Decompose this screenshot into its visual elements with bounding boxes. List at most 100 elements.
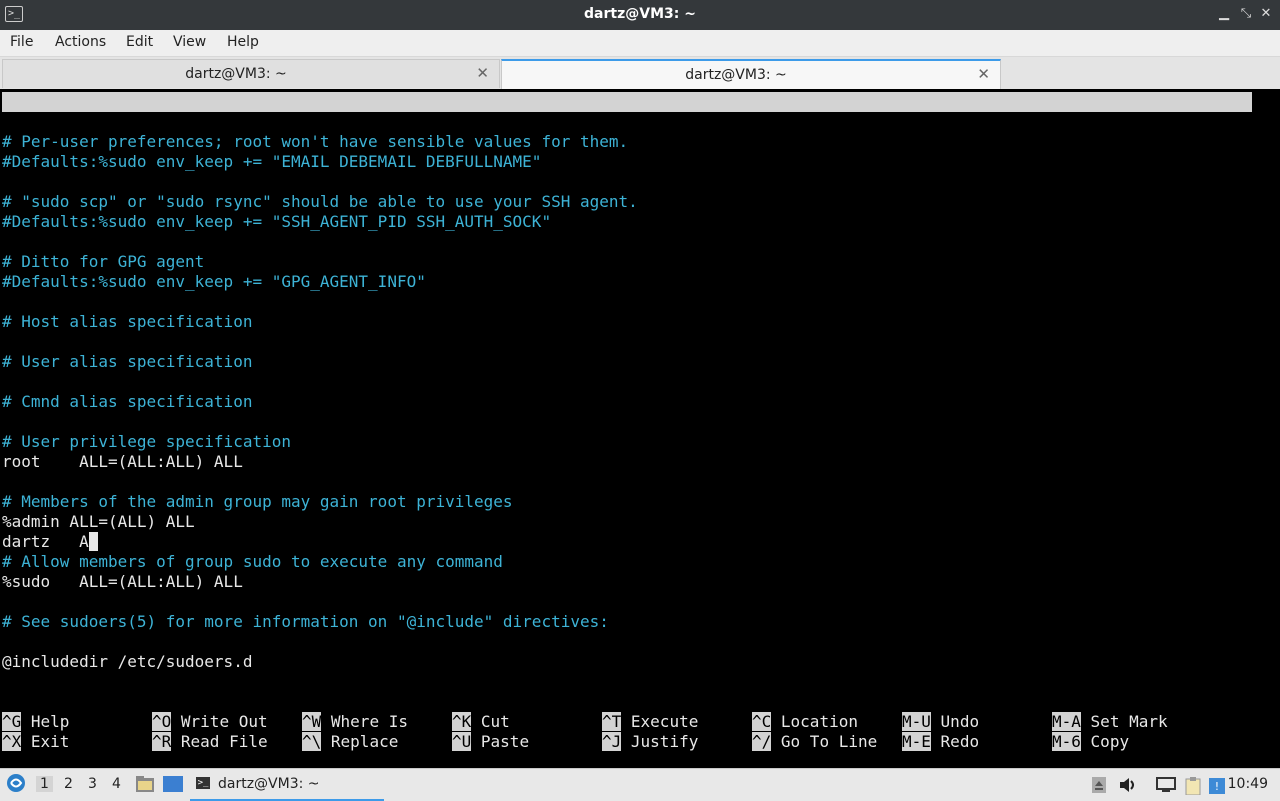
volume-icon[interactable] [1119,777,1135,793]
shortcut-cut[interactable]: ^K Cut [452,712,510,732]
shortcut-location[interactable]: ^C Location [752,712,858,732]
shortcut-key: ^R [152,732,172,751]
file-manager-icon[interactable] [135,775,155,797]
shortcut-key: M-6 [1052,732,1081,751]
close-button[interactable]: ✕ [1258,6,1274,21]
shortcut-read-file[interactable]: ^R Read File [152,732,268,752]
shortcut-label: Copy [1090,732,1130,751]
tab-bar: dartz@VM3: ~ ✕ dartz@VM3: ~ ✕ [0,57,1280,89]
shortcut-key: ^T [602,712,622,731]
code-line: %sudo ALL=(ALL:ALL) ALL [2,572,243,591]
tab-close-icon[interactable]: ✕ [476,64,489,82]
shortcut-paste[interactable]: ^U Paste [452,732,529,752]
shortcut-key: M-A [1052,712,1081,731]
shortcut-label: Set Mark [1090,712,1168,731]
comment-line: #Defaults:%sudo env_keep += "SSH_AGENT_P… [2,212,552,231]
shortcut-where-is[interactable]: ^W Where Is [302,712,408,732]
shortcut-exit[interactable]: ^X Exit [2,732,69,752]
code-line: @includedir /etc/sudoers.d [2,652,253,671]
comment-line: # User alias specification [2,352,253,371]
workspace-3[interactable]: 3 [88,776,97,792]
comment-line: # Allow members of group sudo to execute… [2,552,503,571]
shortcut-label: Go To Line [780,732,878,751]
minimize-button[interactable]: ▁ [1216,6,1232,21]
comment-line: # Cmnd alias specification [2,392,253,411]
shortcut-spacer [21,712,31,731]
shortcut-label: Location [780,712,858,731]
tab-terminal-1[interactable]: dartz@VM3: ~ ✕ [2,59,500,88]
clipboard-icon[interactable] [1184,777,1201,796]
shortcut-spacer [771,712,781,731]
menu-edit[interactable]: Edit [126,34,153,50]
svg-text:!: ! [1215,780,1219,793]
shortcut-label: Undo [940,712,980,731]
shortcut-justify[interactable]: ^J Justify [602,732,698,752]
workspace-4[interactable]: 4 [112,776,121,792]
tab-terminal-2[interactable]: dartz@VM3: ~ ✕ [501,59,1001,89]
clock[interactable]: 10:49 [1228,776,1268,792]
tab-label: dartz@VM3: ~ [185,66,287,82]
comment-line: # See sudoers(5) for more information on… [2,612,609,631]
terminal-area[interactable]: GNU nano 6.2 /etc/sudoers.tmp * # Per-us… [0,92,1280,767]
shortcut-key: ^U [452,732,472,751]
shortcut-key: ^X [2,732,22,751]
shortcut-spacer [471,712,481,731]
shortcut-spacer [771,732,781,751]
shortcut-key: ^O [152,712,172,731]
comment-line: # User privilege specification [2,432,291,451]
taskbar-terminal-button[interactable]: >_ dartz@VM3: ~ [190,771,384,801]
network-icon[interactable] [1156,777,1176,793]
shortcut-write-out[interactable]: ^O Write Out [152,712,268,732]
shortcut-key: ^C [752,712,772,731]
shortcut-spacer [621,732,631,751]
shortcut-spacer [621,712,631,731]
tab-close-icon[interactable]: ✕ [977,65,990,83]
start-menu-icon[interactable] [6,773,26,797]
menu-view[interactable]: View [173,34,206,50]
comment-line: # "sudo scp" or "sudo rsync" should be a… [2,192,638,211]
shortcut-label: Execute [630,712,699,731]
taskbar: 1 2 3 4 >_ dartz@VM3: ~ ! 10:49 [0,768,1280,801]
window-titlebar: >_ dartz@VM3: ~ ▁ ⤡ ✕ [0,0,1280,30]
shortcut-label: Justify [630,732,699,751]
shortcut-label: Read File [180,732,268,751]
shortcut-key: M-E [902,732,931,751]
shortcut-spacer [931,732,941,751]
shortcut-label: Paste [480,732,530,751]
shortcut-execute[interactable]: ^T Execute [602,712,698,732]
update-notifier-icon[interactable]: ! [1208,777,1225,794]
shortcut-help[interactable]: ^G Help [2,712,69,732]
menu-file[interactable]: File [10,34,33,50]
nano-header: GNU nano 6.2 /etc/sudoers.tmp * [2,92,1252,151]
shortcut-label: Cut [480,712,510,731]
workspace-1[interactable]: 1 [36,776,53,792]
comment-line: # Members of the admin group may gain ro… [2,492,513,511]
workspace-2[interactable]: 2 [64,776,73,792]
shortcut-redo[interactable]: M-E Redo [902,732,979,752]
menu-help[interactable]: Help [227,34,259,50]
show-desktop-icon[interactable] [162,775,184,797]
shortcut-key: ^\ [302,732,322,751]
shortcut-replace[interactable]: ^\ Replace [302,732,398,752]
restore-button[interactable]: ⤡ [1238,6,1254,21]
shortcut-copy[interactable]: M-6 Copy [1052,732,1129,752]
shortcut-spacer [171,732,181,751]
comment-line: # Ditto for GPG agent [2,252,205,271]
shortcut-label: Redo [940,732,980,751]
code-line: root ALL=(ALL:ALL) ALL [2,452,243,471]
comment-line: #Defaults:%sudo env_keep += "EMAIL DEBEM… [2,152,542,171]
terminal-icon: >_ [196,777,210,789]
window-title: dartz@VM3: ~ [584,6,696,22]
shortcut-key: ^/ [752,732,772,751]
shortcut-spacer [1081,712,1091,731]
menu-actions[interactable]: Actions [55,34,106,50]
shortcut-spacer [1081,732,1091,751]
text-cursor [88,532,99,551]
shortcut-set-mark[interactable]: M-A Set Mark [1052,712,1168,732]
shortcut-go-to-line[interactable]: ^/ Go To Line [752,732,877,752]
shortcut-undo[interactable]: M-U Undo [902,712,979,732]
comment-line: # Host alias specification [2,312,253,331]
comment-line: #Defaults:%sudo env_keep += "GPG_AGENT_I… [2,272,426,291]
eject-icon[interactable] [1092,777,1108,793]
shortcut-key: ^K [452,712,472,731]
